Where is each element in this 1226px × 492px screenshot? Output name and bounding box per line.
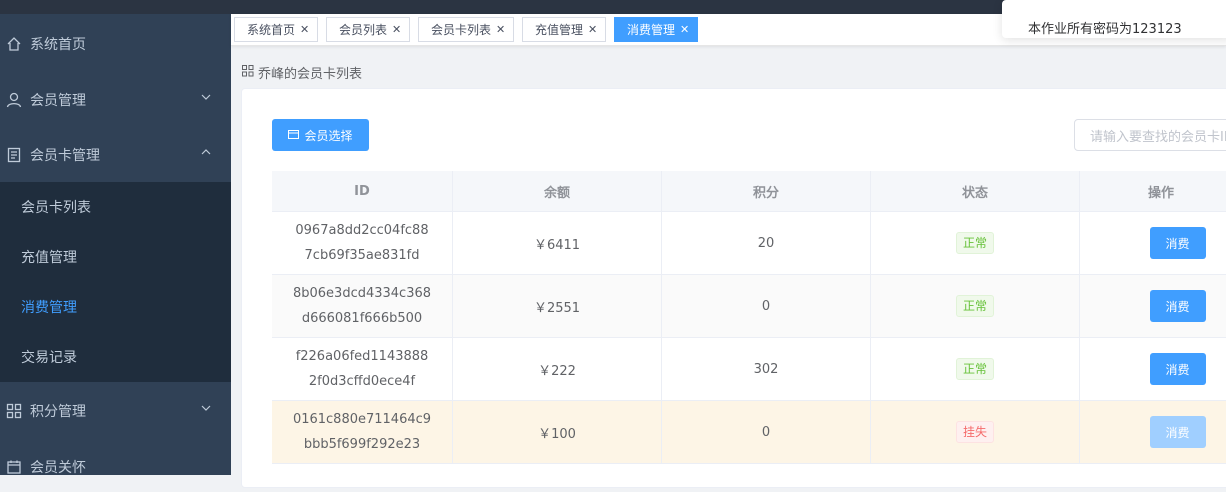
sidebar-subitem-label: 充值管理 xyxy=(21,250,77,266)
consume-button[interactable]: 消费 xyxy=(1149,227,1206,259)
tab-label: 充值管理 xyxy=(535,23,584,37)
balance-cell: ￥2551 xyxy=(453,275,662,337)
status-badge: 正常 xyxy=(955,358,994,380)
tab-member-list[interactable]: 会员列表 ✕ xyxy=(326,17,411,42)
card-id: 0161c880e711464c9bbb5f699f292e23 xyxy=(292,412,432,452)
consume-button[interactable]: 消费 xyxy=(1149,290,1206,322)
search-input[interactable]: 请输入要查找的会员卡ID xyxy=(1074,119,1226,151)
points-cell: 20 xyxy=(662,212,871,274)
sidebar-item-members[interactable]: 会员管理 xyxy=(0,75,231,125)
column-header[interactable]: ID xyxy=(272,171,453,211)
chevron-up-icon xyxy=(201,149,211,155)
sidebar-item-home[interactable]: 系统首页 xyxy=(0,19,231,69)
sidebar-item-label: 会员管理 xyxy=(30,93,86,109)
table-row: f226a06fed11438882f0d3cffd0ece4f ￥222 30… xyxy=(272,338,1226,401)
select-member-button[interactable]: 会员选择 xyxy=(272,119,369,151)
notification-text: 本作业所有密码为123123 xyxy=(1028,22,1182,37)
points-cell: 302 xyxy=(662,338,871,400)
close-icon[interactable]: ✕ xyxy=(680,23,689,36)
status-badge: 挂失 xyxy=(955,421,994,443)
balance-cell: ￥222 xyxy=(453,338,662,400)
tab-label: 会员列表 xyxy=(339,23,388,37)
notification-popup: 本作业所有密码为123123 xyxy=(1002,0,1226,38)
action-cell: 消费 xyxy=(1080,338,1226,400)
table-header: ID 余额 积分 状态 操作 xyxy=(272,171,1226,212)
content-card: 会员选择 请输入要查找的会员卡ID ID 余额 积分 状态 操作 0967a8d… xyxy=(241,88,1226,488)
id-cell: 0967a8dd2cc04fc887cb69f35ae831fd xyxy=(272,212,453,274)
tab-card-list[interactable]: 会员卡列表 ✕ xyxy=(418,17,515,42)
grid-icon xyxy=(6,403,22,419)
action-cell: 消费 xyxy=(1080,212,1226,274)
close-icon[interactable]: ✕ xyxy=(496,23,505,36)
id-cell: f226a06fed11438882f0d3cffd0ece4f xyxy=(272,338,453,400)
sidebar-item-care[interactable]: 会员关怀 xyxy=(0,442,231,492)
card-id: 8b06e3dcd4334c368d666081f666b500 xyxy=(292,286,432,326)
sidebar-item-label: 会员关怀 xyxy=(30,460,86,476)
document-icon xyxy=(6,147,22,163)
points-cell: 0 xyxy=(662,401,871,463)
tab-label: 会员卡列表 xyxy=(431,23,492,37)
sidebar-subitem-label: 消费管理 xyxy=(21,300,77,316)
card-icon xyxy=(288,128,300,142)
id-cell: 8b06e3dcd4334c368d666081f666b500 xyxy=(272,275,453,337)
status-cell: 正常 xyxy=(871,212,1080,274)
consume-button[interactable]: 消费 xyxy=(1149,353,1206,385)
card-id: 0967a8dd2cc04fc887cb69f35ae831fd xyxy=(295,223,429,263)
chevron-down-icon xyxy=(201,94,211,100)
status-cell: 正常 xyxy=(871,338,1080,400)
home-icon xyxy=(6,36,22,52)
tab-recharge[interactable]: 充值管理 ✕ xyxy=(522,17,607,42)
sidebar-item-label: 积分管理 xyxy=(30,404,86,420)
close-icon[interactable]: ✕ xyxy=(392,23,401,36)
tab-consumption[interactable]: 消费管理 ✕ xyxy=(614,17,699,42)
tab-home[interactable]: 系统首页 ✕ xyxy=(234,17,319,42)
card-id: f226a06fed11438882f0d3cffd0ece4f xyxy=(295,349,429,389)
sidebar-item-transactions[interactable]: 交易记录 xyxy=(0,332,231,382)
sidebar-item-label: 会员卡管理 xyxy=(30,148,100,164)
search-placeholder: 请输入要查找的会员卡ID xyxy=(1090,129,1226,145)
main-area: 系统首页 ✕ 会员列表 ✕ 会员卡列表 ✕ 充值管理 ✕ 消费管理 ✕ 本作业所… xyxy=(231,0,1226,488)
table-row: 0161c880e711464c9bbb5f699f292e23 ￥100 0 … xyxy=(272,401,1226,464)
column-header[interactable]: 积分 xyxy=(662,171,871,211)
user-icon xyxy=(6,92,22,108)
sidebar-item-cards[interactable]: 会员卡管理 xyxy=(0,130,231,180)
column-header[interactable]: 余额 xyxy=(453,171,662,211)
sidebar-item-points[interactable]: 积分管理 xyxy=(0,386,231,436)
sidebar-item-consumption[interactable]: 消费管理 xyxy=(0,282,231,332)
id-cell: 0161c880e711464c9bbb5f699f292e23 xyxy=(272,401,453,463)
column-header[interactable]: 状态 xyxy=(871,171,1080,211)
balance-cell: ￥6411 xyxy=(453,212,662,274)
sidebar-subitem-label: 交易记录 xyxy=(21,350,77,366)
table-row: 8b06e3dcd4334c368d666081f666b500 ￥2551 0… xyxy=(272,275,1226,338)
status-badge: 正常 xyxy=(955,232,994,254)
points-cell: 0 xyxy=(662,275,871,337)
tab-label: 消费管理 xyxy=(627,23,676,37)
breadcrumb: 乔峰的会员卡列表 xyxy=(242,63,362,82)
close-icon[interactable]: ✕ xyxy=(588,23,597,36)
table-row: 0967a8dd2cc04fc887cb69f35ae831fd ￥6411 2… xyxy=(272,212,1226,275)
column-header[interactable]: 操作 xyxy=(1080,171,1226,211)
close-icon[interactable]: ✕ xyxy=(300,23,309,36)
action-cell: 消费 xyxy=(1080,275,1226,337)
calendar-icon xyxy=(6,459,22,475)
sidebar-item-recharge[interactable]: 充值管理 xyxy=(0,232,231,282)
sidebar-item-card-list[interactable]: 会员卡列表 xyxy=(0,182,231,232)
sidebar: 系统首页 会员管理 会员卡管理 会员卡列表 充值管理 消费管理 交易记录 积分管… xyxy=(0,14,231,476)
page-title: 乔峰的会员卡列表 xyxy=(258,67,363,82)
status-cell: 正常 xyxy=(871,275,1080,337)
tab-label: 系统首页 xyxy=(247,23,296,37)
status-badge: 正常 xyxy=(955,295,994,317)
select-member-label: 会员选择 xyxy=(304,128,353,143)
chevron-down-icon xyxy=(201,405,211,411)
sidebar-item-label: 系统首页 xyxy=(30,37,86,53)
balance-cell: ￥100 xyxy=(453,401,662,463)
consume-button[interactable]: 消费 xyxy=(1149,416,1206,448)
status-cell: 挂失 xyxy=(871,401,1080,463)
sidebar-subitem-label: 会员卡列表 xyxy=(21,200,91,216)
action-cell: 消费 xyxy=(1080,401,1226,463)
grid-icon xyxy=(242,64,254,81)
